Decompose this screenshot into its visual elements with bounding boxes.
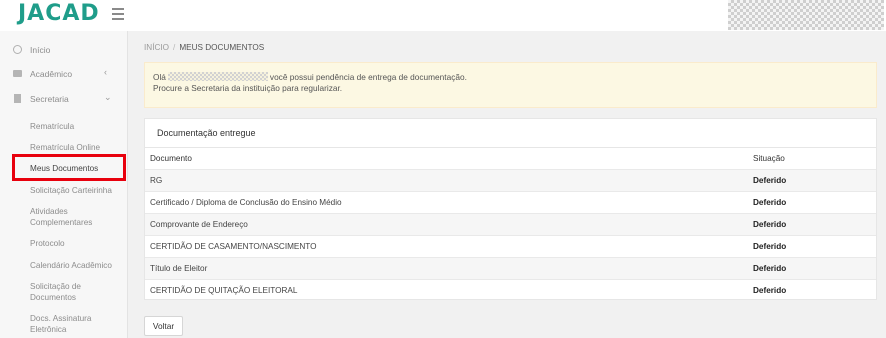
sidebar-item-label: Acadêmico bbox=[30, 69, 73, 79]
chevron-down-icon: ⌄ bbox=[104, 92, 112, 102]
sidebar: Início Acadêmico ‹ Secretaria ⌄ Rematríc… bbox=[0, 31, 128, 338]
alert-greeting: Olá bbox=[153, 72, 166, 82]
document-status: Deferido bbox=[753, 198, 787, 207]
highlight-annotation-box bbox=[12, 154, 126, 181]
redacted-username bbox=[167, 72, 268, 81]
document-status: Deferido bbox=[753, 220, 787, 229]
column-header-situacao: Situação bbox=[753, 154, 785, 163]
document-name: CERTIDÃO DE QUITAÇÃO ELEITORAL bbox=[150, 286, 298, 295]
table-row: RG Deferido bbox=[145, 169, 876, 191]
submenu-solicitacao-carteirinha[interactable]: Solicitação Carteirinha bbox=[30, 185, 120, 196]
sidebar-item-label: Secretaria bbox=[30, 94, 69, 104]
submenu-docs-assinatura-eletronica[interactable]: Docs. Assinatura Eletrônica bbox=[30, 313, 120, 335]
sidebar-item-academico[interactable]: Acadêmico ‹ bbox=[0, 64, 128, 84]
document-name: CERTIDÃO DE CASAMENTO/NASCIMENTO bbox=[150, 242, 317, 251]
table-row: CERTIDÃO DE QUITAÇÃO ELEITORAL Deferido bbox=[145, 279, 876, 301]
briefcase-icon bbox=[13, 70, 22, 77]
document-name: Comprovante de Endereço bbox=[150, 220, 248, 229]
submenu-protocolo[interactable]: Protocolo bbox=[30, 238, 120, 249]
submenu-solicitacao-documentos[interactable]: Solicitação de Documentos bbox=[30, 281, 120, 303]
panel-title: Documentação entregue bbox=[157, 128, 256, 138]
submenu-rematricula[interactable]: Rematrícula bbox=[30, 121, 120, 132]
document-status: Deferido bbox=[753, 176, 787, 185]
table-row: Certificado / Diploma de Conclusão do En… bbox=[145, 191, 876, 213]
pending-documents-alert: Olá você possui pendência de entrega de d… bbox=[144, 62, 877, 108]
submenu-atividades-complementares[interactable]: Atividades Complementares bbox=[30, 206, 120, 228]
sidebar-item-label: Início bbox=[30, 45, 51, 55]
breadcrumb-current: MEUS DOCUMENTOS bbox=[179, 43, 265, 52]
alert-message: você possui pendência de entrega de docu… bbox=[269, 72, 467, 82]
breadcrumb-home-link[interactable]: INÍCIO bbox=[144, 43, 169, 52]
app-logo[interactable]: JACAD bbox=[18, 1, 100, 26]
panel-divider bbox=[145, 147, 876, 148]
document-status: Deferido bbox=[753, 286, 787, 295]
document-icon bbox=[14, 94, 21, 103]
hamburger-menu-icon[interactable] bbox=[112, 8, 124, 20]
document-name: Título de Eleitor bbox=[150, 264, 208, 273]
breadcrumb: INÍCIO / MEUS DOCUMENTOS bbox=[144, 43, 264, 52]
document-name: RG bbox=[150, 176, 163, 185]
document-name: Certificado / Diploma de Conclusão do En… bbox=[150, 198, 342, 207]
back-button[interactable]: Voltar bbox=[144, 316, 183, 336]
document-status: Deferido bbox=[753, 264, 787, 273]
alert-instruction: Procure a Secretaria da instituição para… bbox=[153, 83, 343, 93]
chevron-left-icon: ‹ bbox=[104, 67, 107, 77]
top-header: JACAD bbox=[0, 0, 886, 31]
user-avatar-redacted[interactable] bbox=[728, 0, 884, 30]
delivered-documents-panel: Documentação entregue Documento Situação… bbox=[144, 118, 877, 300]
column-header-documento: Documento bbox=[150, 154, 192, 163]
sidebar-item-secretaria[interactable]: Secretaria ⌄ bbox=[0, 89, 128, 109]
document-status: Deferido bbox=[753, 242, 787, 251]
table-row: Comprovante de Endereço Deferido bbox=[145, 213, 876, 235]
home-circle-icon bbox=[13, 45, 22, 54]
table-row: Título de Eleitor Deferido bbox=[145, 257, 876, 279]
submenu-calendario-academico[interactable]: Calendário Acadêmico bbox=[30, 260, 120, 271]
table-row: CERTIDÃO DE CASAMENTO/NASCIMENTO Deferid… bbox=[145, 235, 876, 257]
breadcrumb-separator: / bbox=[173, 43, 176, 52]
submenu-rematricula-online[interactable]: Rematrícula Online bbox=[30, 142, 120, 153]
sidebar-item-inicio[interactable]: Início bbox=[0, 40, 128, 60]
